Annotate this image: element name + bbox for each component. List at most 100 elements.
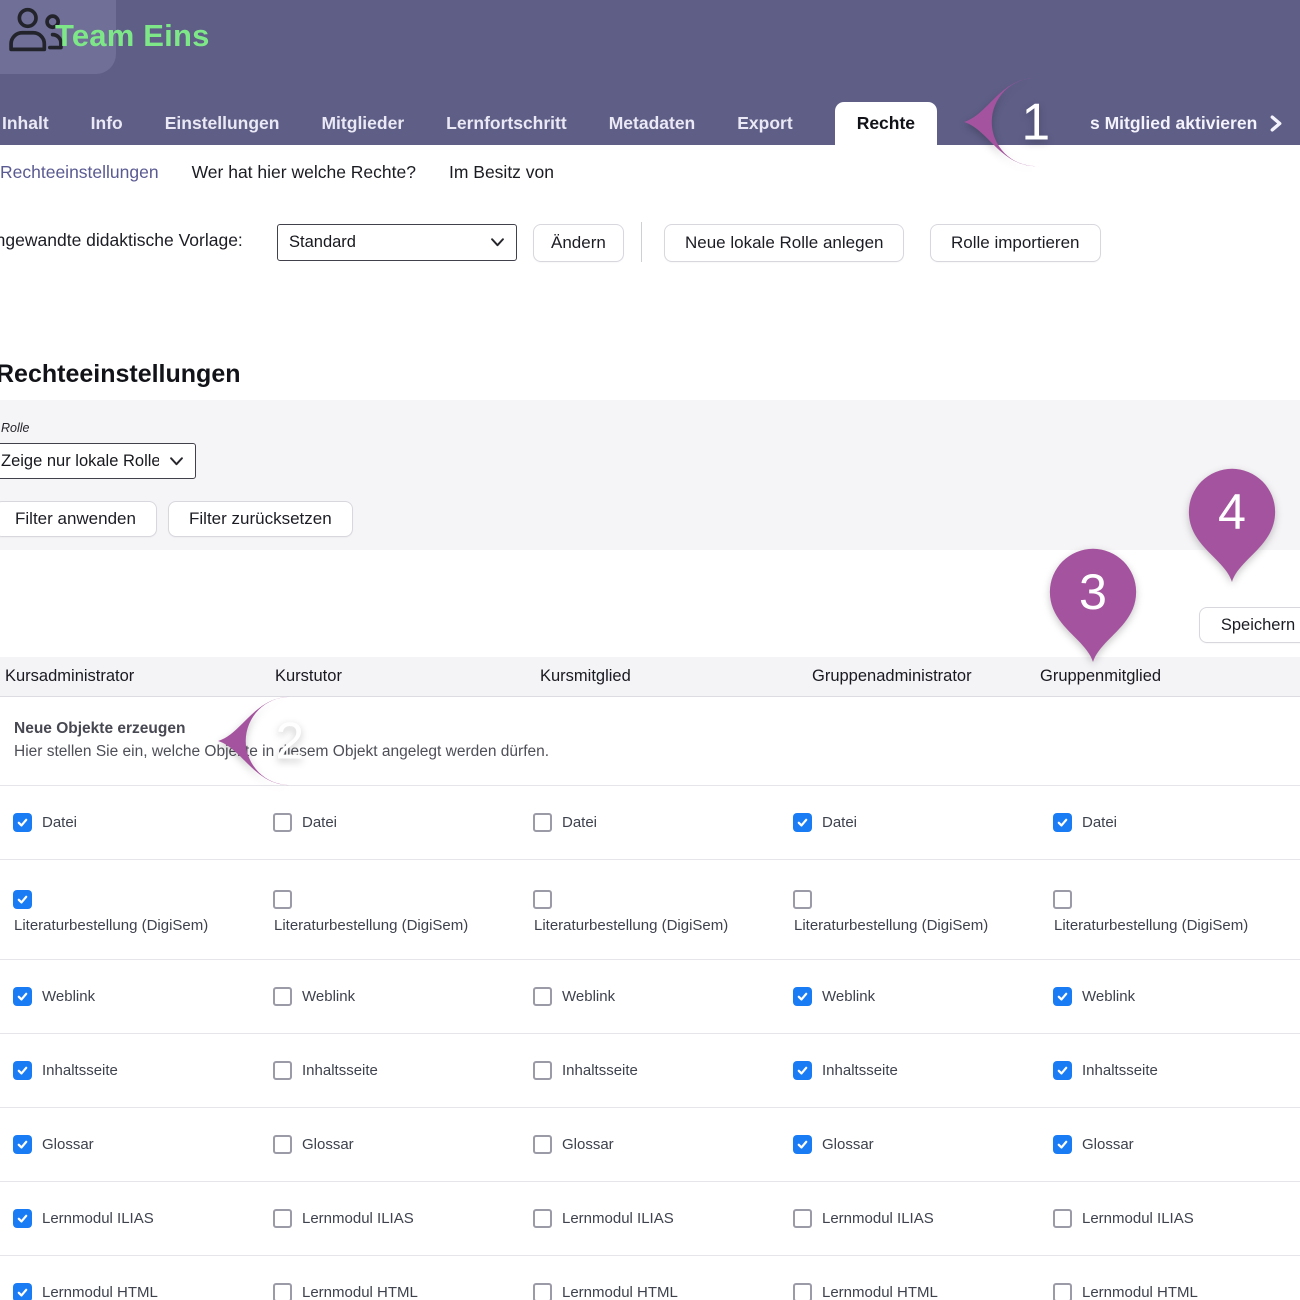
tab[interactable]: Info [91, 102, 123, 145]
tab[interactable]: Mitglieder [321, 102, 404, 145]
new-local-role-button[interactable]: Neue lokale Rolle anlegen [664, 224, 904, 262]
role-filter-label: Rolle [1, 421, 30, 435]
permission-cell: Lernmodul HTML [1040, 1283, 1300, 1300]
checkbox-checked[interactable] [793, 1061, 812, 1080]
table-row: Inhaltsseite Inhaltsseite Inhaltsseite Inha… [0, 1034, 1300, 1108]
table-row: GlossarGlossarGlossarGlossarGlossar [0, 1108, 1300, 1182]
permission-cell: Lernmodul HTML [780, 1283, 1040, 1300]
checkbox-unchecked[interactable] [273, 1209, 292, 1228]
import-role-button[interactable]: Rolle importieren [930, 224, 1101, 262]
permissions-page: Team Eins InhaltInfoEinstellungenMitglie… [0, 0, 1300, 1300]
tab[interactable]: Einstellungen [165, 102, 280, 145]
checkbox-checked[interactable] [793, 1135, 812, 1154]
permission-cell: Datei [0, 813, 260, 832]
activate-as-member-link[interactable]: s Mitglied aktivieren [1090, 102, 1283, 145]
checkbox-unchecked[interactable] [273, 1283, 292, 1300]
subtab[interactable]: Wer hat hier welche Rechte? [192, 162, 416, 183]
permission-cell: Weblink [520, 987, 780, 1006]
checkbox-unchecked[interactable] [533, 1061, 552, 1080]
checkbox-checked[interactable] [13, 890, 32, 909]
role-filter-select-value: Zeige nur lokale Rollen [1, 452, 159, 471]
permission-cell: Glossar [1040, 1135, 1300, 1154]
didactic-template-label: Angewandte didaktische Vorlage: [0, 230, 243, 251]
checkbox-unchecked[interactable] [273, 1135, 292, 1154]
checkbox-checked[interactable] [13, 1135, 32, 1154]
table-header-row: KursadministratorKurstutorKursmitgliedGr… [0, 657, 1300, 697]
checkbox-unchecked[interactable] [793, 1283, 812, 1300]
table-row: DateiDateiDateiDateiDatei [0, 786, 1300, 860]
role-filter-select[interactable]: Zeige nur lokale Rollen [0, 443, 196, 479]
checkbox-label: Lernmodul HTML [42, 1284, 158, 1300]
checkbox-label: Lernmodul ILIAS [42, 1210, 154, 1227]
checkbox-unchecked[interactable] [793, 890, 812, 909]
permission-cell: Inhaltsseite [0, 1061, 260, 1080]
checkbox-checked[interactable] [13, 987, 32, 1006]
callout-pin-3: 3 [1048, 547, 1138, 662]
tab[interactable]: Rechte [835, 102, 937, 145]
tab[interactable]: Inhalt [2, 102, 49, 145]
checkbox-unchecked[interactable] [533, 987, 552, 1006]
svg-text:2: 2 [276, 711, 305, 769]
checkbox-checked[interactable] [793, 987, 812, 1006]
didactic-template-select[interactable]: Standard [277, 224, 517, 261]
checkbox-checked[interactable] [1053, 1061, 1072, 1080]
operation-group-description: Hier stellen Sie ein, welche Objekte in … [14, 743, 1300, 761]
checkbox-checked[interactable] [793, 813, 812, 832]
checkbox-unchecked[interactable] [533, 1135, 552, 1154]
permission-cell: Literaturbestellung (DigiSem) [520, 860, 780, 934]
callout-pin-2: 2 [218, 695, 336, 787]
filter-panel: Rolle Zeige nur lokale Rollen Filter anw… [0, 400, 1300, 550]
checkbox-label: Inhaltsseite [822, 1062, 898, 1079]
checkbox-unchecked[interactable] [273, 813, 292, 832]
subtab[interactable]: Im Besitz von [449, 162, 554, 183]
checkbox-label: Lernmodul ILIAS [562, 1210, 674, 1227]
checkbox-label: Weblink [42, 988, 95, 1005]
checkbox-checked[interactable] [13, 813, 32, 832]
checkbox-unchecked[interactable] [273, 1061, 292, 1080]
chevron-down-icon [170, 457, 183, 466]
permission-cell: Inhaltsseite [1040, 1061, 1300, 1080]
checkbox-checked[interactable] [13, 1209, 32, 1228]
apply-filter-button[interactable]: Filter anwenden [0, 501, 157, 537]
change-template-button[interactable]: Ändern [533, 224, 624, 262]
checkbox-label: Inhaltsseite [1082, 1062, 1158, 1079]
save-button[interactable]: Speichern [1199, 607, 1300, 643]
checkbox-unchecked[interactable] [533, 1209, 552, 1228]
tab[interactable]: Export [737, 102, 792, 145]
checkbox-label: Inhaltsseite [302, 1062, 378, 1079]
checkbox-unchecked[interactable] [533, 890, 552, 909]
tab[interactable]: Metadaten [609, 102, 696, 145]
checkbox-label: Literaturbestellung (DigiSem) [14, 917, 208, 934]
checkbox-checked[interactable] [1053, 987, 1072, 1006]
checkbox-unchecked[interactable] [793, 1209, 812, 1228]
checkbox-label: Lernmodul HTML [1082, 1284, 1198, 1300]
checkbox-label: Literaturbestellung (DigiSem) [1054, 917, 1248, 934]
checkbox-label: Glossar [302, 1136, 354, 1153]
checkbox-label: Lernmodul HTML [302, 1284, 418, 1300]
permission-cell: Literaturbestellung (DigiSem) [780, 860, 1040, 934]
subtab[interactable]: Rechteeinstellungen [0, 162, 159, 183]
permission-cell: Weblink [1040, 987, 1300, 1006]
checkbox-unchecked[interactable] [1053, 1283, 1072, 1300]
permission-cell: Inhaltsseite [260, 1061, 520, 1080]
checkbox-unchecked[interactable] [1053, 890, 1072, 909]
checkbox-checked[interactable] [1053, 813, 1072, 832]
checkbox-unchecked[interactable] [533, 813, 552, 832]
checkbox-unchecked[interactable] [1053, 1209, 1072, 1228]
checkbox-unchecked[interactable] [273, 890, 292, 909]
permission-cell: Literaturbestellung (DigiSem) [1040, 860, 1300, 934]
tab[interactable]: Lernfortschritt [446, 102, 567, 145]
page-header: Team Eins InhaltInfoEinstellungenMitglie… [0, 0, 1300, 145]
didactic-template-bar: Angewandte didaktische Vorlage: Standard… [0, 222, 1300, 262]
checkbox-checked[interactable] [1053, 1135, 1072, 1154]
checkbox-unchecked[interactable] [273, 987, 292, 1006]
checkbox-checked[interactable] [13, 1061, 32, 1080]
permission-cell: Weblink [260, 987, 520, 1006]
toolbar-divider [641, 222, 642, 262]
checkbox-unchecked[interactable] [533, 1283, 552, 1300]
checkbox-label: Glossar [1082, 1136, 1134, 1153]
checkbox-checked[interactable] [13, 1283, 32, 1300]
permission-cell: Glossar [780, 1135, 1040, 1154]
reset-filter-button[interactable]: Filter zurücksetzen [168, 501, 353, 537]
checkbox-label: Literaturbestellung (DigiSem) [534, 917, 728, 934]
